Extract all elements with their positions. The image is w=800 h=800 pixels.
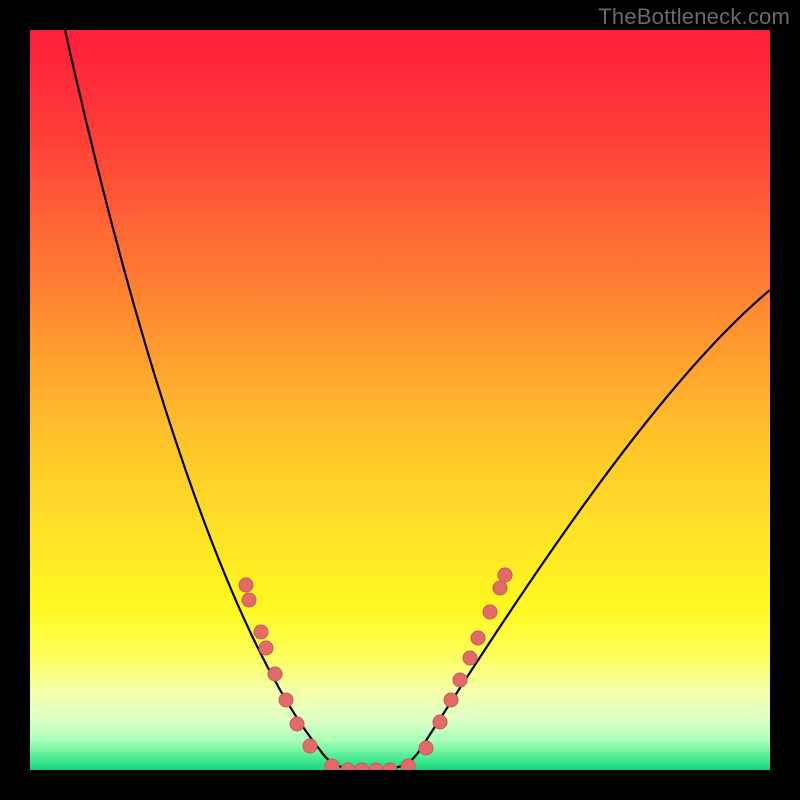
marker-point [355, 763, 369, 770]
marker-point [419, 741, 433, 755]
marker-point [254, 625, 268, 639]
marker-point [341, 763, 355, 770]
marker-point [303, 739, 317, 753]
curve-layer [30, 30, 770, 770]
marker-point [279, 693, 293, 707]
marker-point [242, 593, 256, 607]
marker-point [268, 667, 282, 681]
marker-point [498, 568, 512, 582]
marker-point [493, 581, 507, 595]
marker-point [369, 763, 383, 770]
marker-point [383, 763, 397, 770]
marker-point [483, 605, 497, 619]
marker-point [453, 673, 467, 687]
marker-point [471, 631, 485, 645]
marker-point [401, 759, 415, 770]
watermark-text: TheBottleneck.com [598, 4, 790, 30]
marker-point [290, 717, 304, 731]
chart-frame: TheBottleneck.com [0, 0, 800, 800]
marker-point [433, 715, 447, 729]
marker-point [463, 651, 477, 665]
curve-path [65, 30, 770, 770]
marker-point [444, 693, 458, 707]
marker-point [325, 759, 339, 770]
plot-area [30, 30, 770, 770]
bottleneck-curve [65, 30, 770, 770]
marker-point [259, 641, 273, 655]
marker-point [239, 578, 253, 592]
